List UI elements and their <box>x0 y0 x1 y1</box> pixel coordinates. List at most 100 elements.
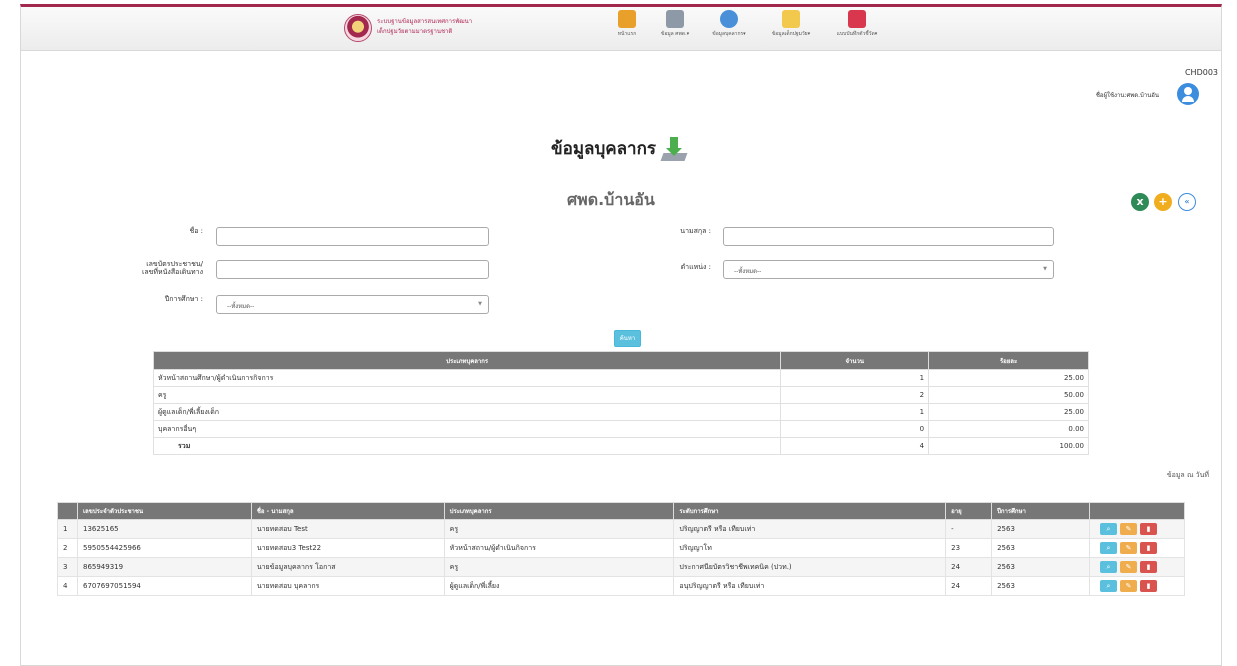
row-name: นายทดสอบ3 Test22 <box>250 538 445 558</box>
row-no: 3 <box>57 557 78 577</box>
page-title: ข้อมูลบุคลากร <box>551 139 657 159</box>
last-name-input[interactable] <box>723 227 1054 246</box>
nav-personnel[interactable]: ข้อมูลบุคลากร▾ <box>703 10 755 38</box>
table-row: 4 6707697051594 นายทดสอบ บุคลากร ผู้ดูแล… <box>57 576 1185 596</box>
summary-total-percent: 100.00 <box>928 437 1089 455</box>
staff-header-age: อายุ <box>945 502 993 520</box>
brand-title[interactable]: ระบบฐานข้อมูลสารสนเทศการพัฒนา เด็กปฐมวัย… <box>377 17 472 37</box>
indicator-book-icon <box>848 10 866 28</box>
search-button[interactable]: ค้นหา <box>614 330 641 347</box>
row-name: นายข้อมูลบุคลากร โอกาส <box>250 557 445 577</box>
brand-line-2: เด็กปฐมวัยตามมาตรฐานชาติ <box>377 28 453 35</box>
edit-icon[interactable]: ✎ <box>1120 561 1137 573</box>
excel-export-icon[interactable]: x <box>1131 193 1149 211</box>
row-education: อนุปริญญาตรี หรือ เทียบเท่า <box>673 576 947 596</box>
id-label-line-1: เลขบัตรประชาชน/ <box>146 260 203 268</box>
summary-percent: 50.00 <box>928 386 1089 404</box>
summary-percent: 25.00 <box>928 403 1089 421</box>
first-name-input[interactable] <box>216 227 489 246</box>
edit-icon[interactable]: ✎ <box>1120 580 1137 592</box>
position-label: ตำแหน่ง : <box>680 263 711 271</box>
row-id: 5950554425966 <box>76 538 252 558</box>
row-age: - <box>945 519 993 539</box>
back-icon[interactable]: « <box>1178 193 1196 211</box>
row-education: ประกาศนียบัตรวิชาชีพเทคนิค (ปวท.) <box>673 557 947 577</box>
user-icon[interactable] <box>1177 83 1199 105</box>
nav-indicators[interactable]: แบบบันทึกตัวชี้วัด▾ <box>827 10 887 38</box>
year-select-value: --ทั้งหมด-- <box>227 303 255 310</box>
row-no: 1 <box>57 519 78 539</box>
chevron-down-icon: ▼ <box>1043 266 1047 272</box>
nav-children[interactable]: ข้อมูลเด็กปฐมวัย▾ <box>761 10 821 38</box>
personnel-icon <box>720 10 738 28</box>
add-icon[interactable]: + <box>1154 193 1172 211</box>
user-label: ชื่อผู้ใช้งาน:ศพด.บ้านอัน <box>1095 92 1159 99</box>
row-id: 13625165 <box>76 519 252 539</box>
row-type: หัวหน้าสถาน/ผู้ดำเนินกิจการ <box>443 538 675 558</box>
summary-header-percent: ร้อยละ <box>928 351 1089 370</box>
position-select[interactable]: --ทั้งหมด-- ▼ <box>723 260 1054 279</box>
view-icon[interactable]: ⌕ <box>1100 542 1117 554</box>
row-age: 24 <box>945 557 993 577</box>
staff-header-education: ระดับการศึกษา <box>673 502 947 520</box>
summary-total-row: รวม 4 100.00 <box>152 437 1089 455</box>
year-select[interactable]: --ทั้งหมด-- ▼ <box>216 295 489 314</box>
agency-logo[interactable] <box>344 14 372 42</box>
id-label-line-2: เลขที่หนังสือเดินทาง <box>141 268 203 276</box>
chevron-down-icon: ▼ <box>478 301 482 307</box>
nav-indicators-label: แบบบันทึกตัวชี้วัด▾ <box>836 31 878 37</box>
staff-table: เลขประจำตัวประชาชน ชื่อ - นามสกุล ประเภท… <box>57 502 1185 596</box>
summary-table: ประเภทบุคลากร จำนวน ร้อยละ หัวหน้าสถานศึ… <box>152 351 1089 455</box>
row-type: ผู้ดูแลเด็ก/พี่เลี้ยง <box>443 576 675 596</box>
staff-header-no <box>57 502 78 520</box>
row-id: 865949319 <box>76 557 252 577</box>
children-folder-icon <box>782 10 800 28</box>
summary-total-label: รวม <box>152 437 782 455</box>
row-name: นายทดสอบ Test <box>250 519 445 539</box>
summary-percent: 25.00 <box>928 369 1089 387</box>
last-name-label: นามสกุล : <box>680 227 711 235</box>
delete-icon[interactable]: ▮ <box>1140 580 1157 592</box>
row-actions: ⌕ ✎ ▮ <box>1089 519 1185 539</box>
summary-total-count: 4 <box>780 437 930 455</box>
first-name-label: ชื่อ : <box>189 227 203 235</box>
staff-header-name: ชื่อ - นามสกุล <box>250 502 445 520</box>
edit-icon[interactable]: ✎ <box>1120 542 1137 554</box>
data-as-of-note: ข้อมูล ณ วันที่ <box>1166 471 1209 479</box>
row-age: 24 <box>945 576 993 596</box>
staff-header-year: ปีการศึกษา <box>991 502 1090 520</box>
summary-header-count: จำนวน <box>780 351 930 370</box>
view-icon[interactable]: ⌕ <box>1100 523 1117 535</box>
download-icon <box>660 136 688 161</box>
id-input[interactable] <box>216 260 489 279</box>
school-icon <box>666 10 684 28</box>
row-year: 2563 <box>991 557 1090 577</box>
row-type: ครู <box>443 519 675 539</box>
nav-school-data[interactable]: ข้อมูล ศพด.▾ <box>653 10 697 38</box>
row-name: นายทดสอบ บุคลากร <box>250 576 445 596</box>
nav-home[interactable]: หน้าแรก <box>611 10 643 38</box>
nav-personnel-label: ข้อมูลบุคลากร▾ <box>712 31 746 37</box>
summary-type: ครู <box>152 386 782 404</box>
nav-children-label: ข้อมูลเด็กปฐมวัย▾ <box>771 31 811 37</box>
delete-icon[interactable]: ▮ <box>1140 542 1157 554</box>
row-type: ครู <box>443 557 675 577</box>
view-icon[interactable]: ⌕ <box>1100 580 1117 592</box>
row-year: 2563 <box>991 576 1090 596</box>
edit-icon[interactable]: ✎ <box>1120 523 1137 535</box>
page-title-wrap: ข้อมูลบุคลากร <box>551 135 688 162</box>
view-icon[interactable]: ⌕ <box>1100 561 1117 573</box>
table-row: 3 865949319 นายข้อมูลบุคลากร โอกาส ครู ป… <box>57 557 1185 577</box>
row-no: 2 <box>57 538 78 558</box>
year-label: ปีการศึกษา : <box>164 295 203 303</box>
summary-header-type: ประเภทบุคลากร <box>152 351 782 370</box>
summary-type: หัวหน้าสถานศึกษา/ผู้ดำเนินการกิจการ <box>152 369 782 387</box>
delete-icon[interactable]: ▮ <box>1140 523 1157 535</box>
home-icon <box>618 10 636 28</box>
staff-header-type: ประเภทบุคลากร <box>443 502 675 520</box>
delete-icon[interactable]: ▮ <box>1140 561 1157 573</box>
table-row: 2 5950554425966 นายทดสอบ3 Test22 หัวหน้า… <box>57 538 1185 558</box>
page-code: CHD003 <box>1184 68 1218 77</box>
staff-header-actions <box>1089 502 1185 520</box>
staff-header-id: เลขประจำตัวประชาชน <box>76 502 252 520</box>
